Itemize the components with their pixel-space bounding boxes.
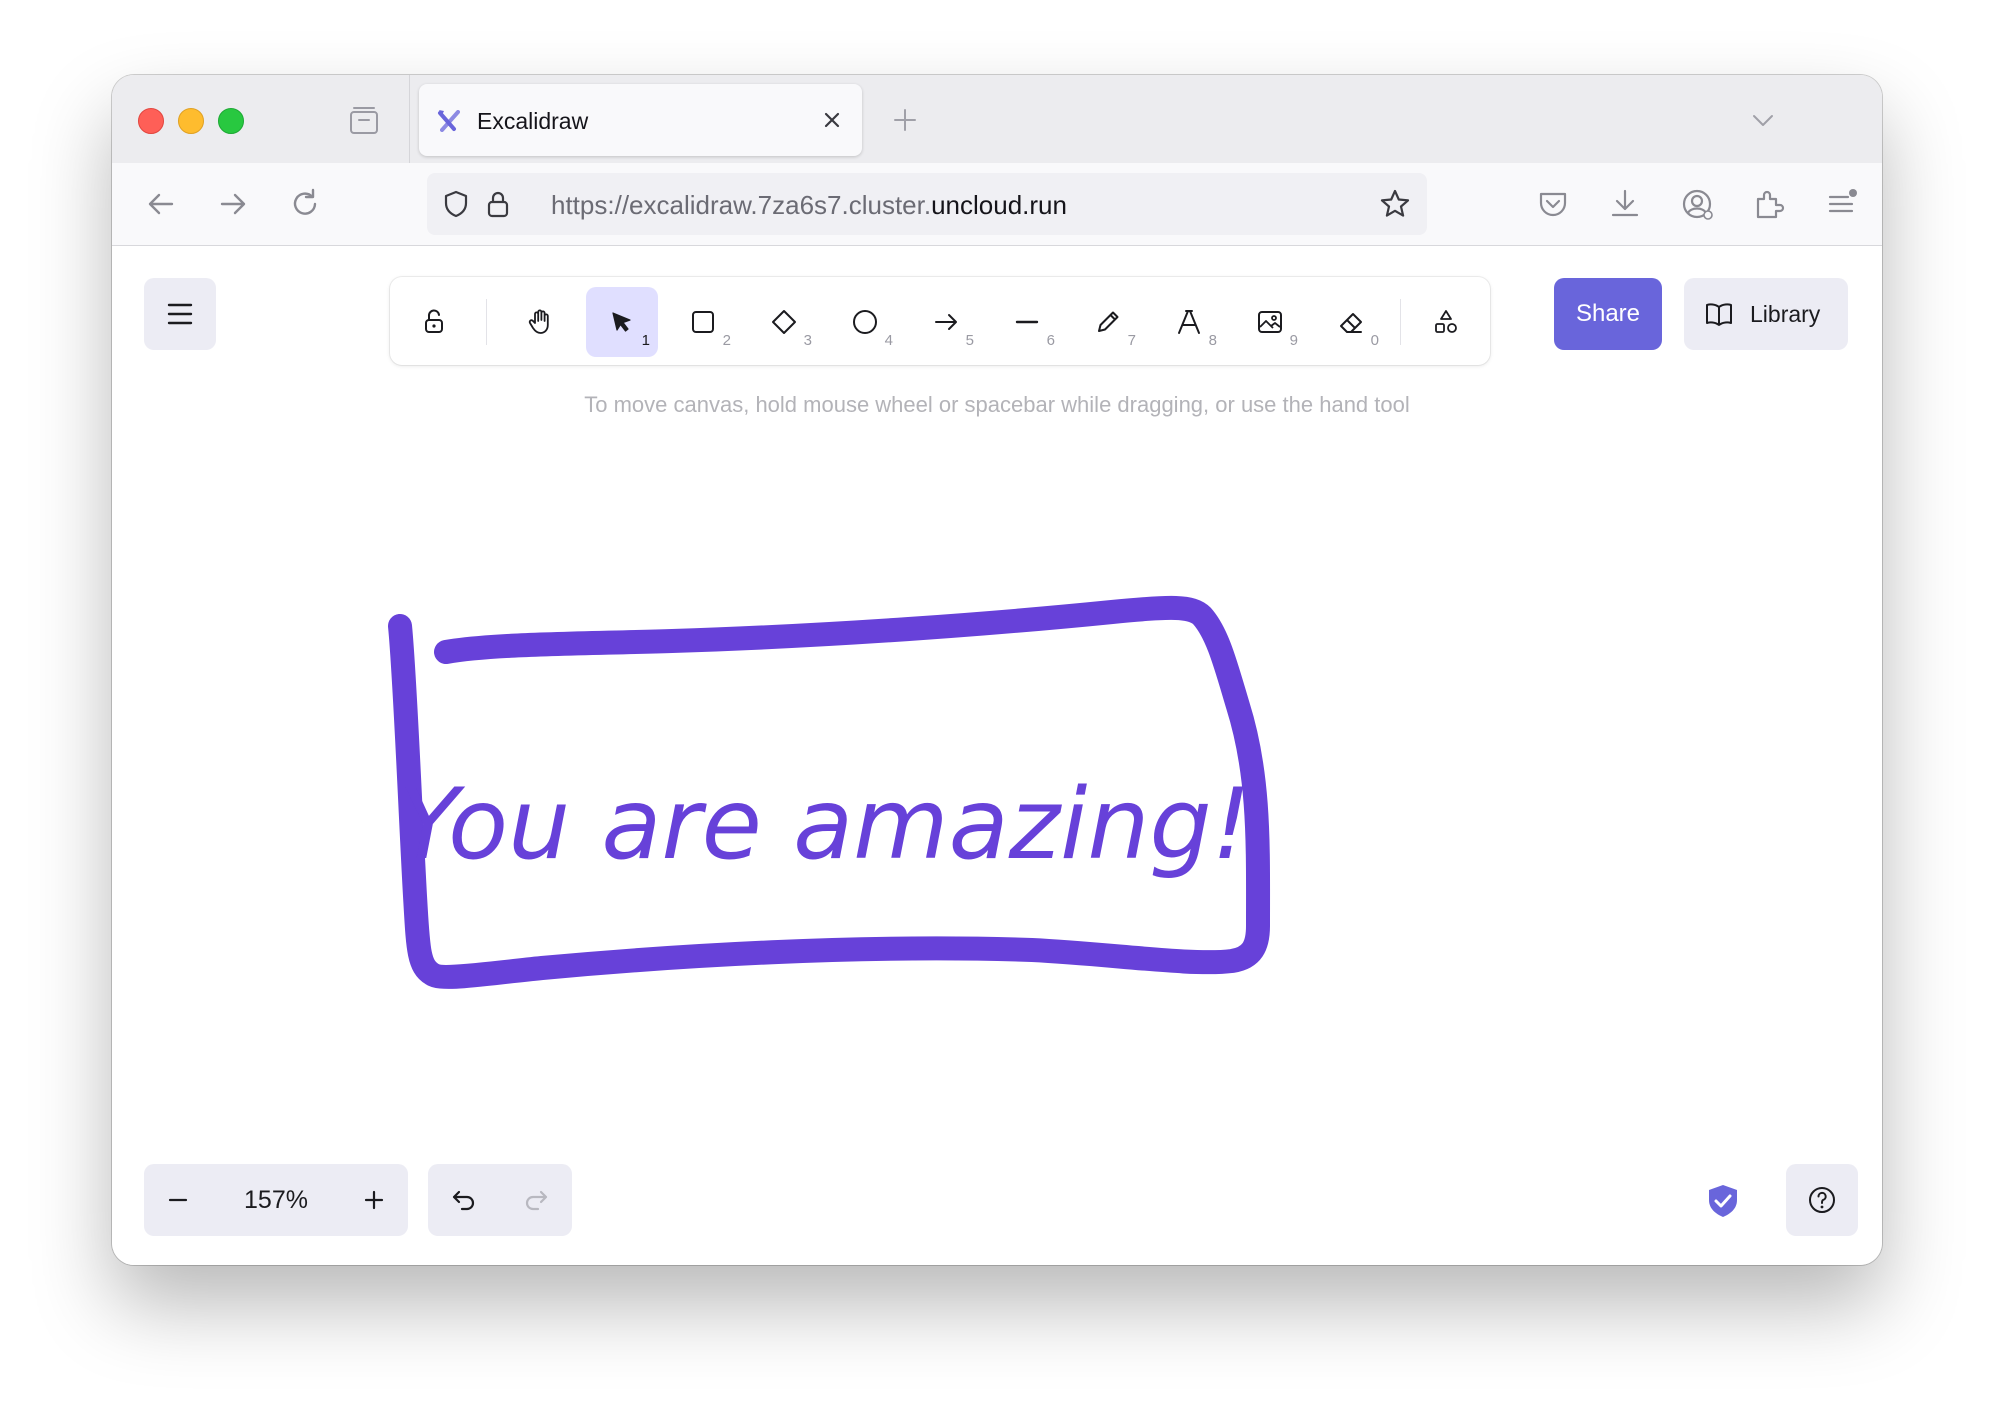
hamburger-icon bbox=[167, 303, 193, 325]
close-tab-icon[interactable] bbox=[818, 106, 846, 134]
history-controls bbox=[428, 1164, 572, 1236]
canvas-hint: To move canvas, hold mouse wheel or spac… bbox=[584, 392, 1410, 417]
lock-tool[interactable] bbox=[398, 287, 470, 357]
book-icon bbox=[1706, 303, 1732, 326]
url-bar[interactable]: https://excalidraw.7za6s7.cluster.unclou… bbox=[427, 173, 1427, 235]
tool-key: 5 bbox=[965, 332, 974, 349]
forward-icon[interactable] bbox=[214, 185, 252, 223]
ellipse-tool[interactable]: 4 bbox=[829, 287, 901, 357]
library-button[interactable]: Library bbox=[1684, 278, 1848, 350]
toolbar-separator bbox=[486, 299, 487, 345]
zoom-controls: 157% bbox=[144, 1164, 408, 1236]
app-menu-icon[interactable] bbox=[1822, 185, 1860, 223]
help-button[interactable] bbox=[1786, 1164, 1858, 1236]
zoom-window-button[interactable] bbox=[218, 108, 244, 134]
toolbar-separator bbox=[1400, 299, 1401, 345]
close-window-button[interactable] bbox=[138, 108, 164, 134]
text-tool[interactable]: 8 bbox=[1153, 287, 1225, 357]
tab-overview-icon[interactable] bbox=[347, 103, 381, 137]
tool-key: 2 bbox=[722, 332, 731, 349]
navigation-bar: https://excalidraw.7za6s7.cluster.unclou… bbox=[112, 163, 1882, 246]
image-icon bbox=[1258, 311, 1282, 333]
shapes-icon bbox=[1435, 310, 1457, 333]
diamond-icon bbox=[772, 310, 796, 334]
lock-icon[interactable] bbox=[483, 189, 513, 219]
tab-separator bbox=[409, 75, 410, 163]
more-shapes-tool[interactable] bbox=[1410, 287, 1482, 357]
zoom-in-icon[interactable] bbox=[358, 1184, 390, 1216]
minimize-window-button[interactable] bbox=[178, 108, 204, 134]
tool-key: 1 bbox=[641, 332, 650, 349]
url-domain: uncloud.run bbox=[931, 190, 1067, 220]
drawing-text[interactable]: You are amazing! bbox=[399, 768, 1251, 882]
rectangle-icon bbox=[692, 311, 714, 333]
url-prefix: https://excalidraw.7za6s7.cluster. bbox=[551, 190, 932, 220]
line-icon bbox=[1015, 320, 1039, 324]
excalidraw-app: You are amazing! 1 2 3 4 5 6 7 8 9 0 Sha… bbox=[112, 246, 1882, 1265]
account-icon[interactable] bbox=[1678, 185, 1716, 223]
tool-toolbar: 1 2 3 4 5 6 7 8 9 0 bbox=[390, 277, 1490, 365]
eraser-icon bbox=[1340, 313, 1362, 333]
tool-key: 0 bbox=[1370, 332, 1379, 349]
bookmark-star-icon[interactable] bbox=[1379, 188, 1411, 220]
text-icon bbox=[1178, 310, 1200, 334]
tool-key: 8 bbox=[1208, 332, 1217, 349]
arrow-tool[interactable]: 5 bbox=[910, 287, 982, 357]
encryption-shield-icon[interactable] bbox=[1704, 1182, 1742, 1220]
tool-key: 7 bbox=[1127, 332, 1136, 349]
main-menu-button[interactable] bbox=[144, 278, 216, 350]
downloads-icon[interactable] bbox=[1606, 185, 1644, 223]
tab-excalidraw[interactable]: Excalidraw bbox=[419, 84, 862, 156]
new-tab-icon[interactable] bbox=[890, 105, 920, 135]
line-tool[interactable]: 6 bbox=[991, 287, 1063, 357]
tool-key: 4 bbox=[884, 332, 893, 349]
help-icon bbox=[1809, 1187, 1835, 1213]
excalidraw-favicon-icon bbox=[438, 110, 460, 132]
share-button[interactable]: Share bbox=[1554, 278, 1662, 350]
reload-icon[interactable] bbox=[286, 185, 324, 223]
tab-title: Excalidraw bbox=[477, 108, 589, 134]
extensions-icon[interactable] bbox=[1750, 185, 1788, 223]
ellipse-icon bbox=[853, 310, 877, 334]
back-icon[interactable] bbox=[142, 185, 180, 223]
eraser-tool[interactable]: 0 bbox=[1315, 287, 1387, 357]
tool-key: 3 bbox=[803, 332, 812, 349]
url-text[interactable]: https://excalidraw.7za6s7.cluster.unclou… bbox=[551, 190, 1067, 221]
image-tool[interactable]: 9 bbox=[1234, 287, 1306, 357]
tab-bar: Excalidraw bbox=[112, 75, 1882, 163]
pocket-icon[interactable] bbox=[1534, 185, 1572, 223]
tool-key: 9 bbox=[1289, 332, 1298, 349]
browser-window: Excalidraw https://excalidraw.7za6s7.clu… bbox=[112, 75, 1882, 1265]
tracking-shield-icon[interactable] bbox=[441, 189, 471, 219]
unlock-icon bbox=[425, 309, 443, 333]
library-label: Library bbox=[1750, 301, 1821, 327]
chevron-down-icon[interactable] bbox=[1748, 105, 1778, 135]
redo-icon[interactable] bbox=[520, 1184, 552, 1216]
draw-tool[interactable]: 7 bbox=[1072, 287, 1144, 357]
undo-icon[interactable] bbox=[448, 1184, 480, 1216]
rectangle-tool[interactable]: 2 bbox=[667, 287, 739, 357]
hand-tool[interactable] bbox=[504, 287, 576, 357]
selection-tool[interactable]: 1 bbox=[586, 287, 658, 357]
pencil-icon bbox=[1098, 311, 1119, 332]
pointer-icon bbox=[612, 312, 631, 332]
arrow-icon bbox=[935, 314, 957, 330]
tool-key: 6 bbox=[1046, 332, 1055, 349]
hand-icon bbox=[528, 309, 549, 334]
diamond-tool[interactable]: 3 bbox=[748, 287, 820, 357]
